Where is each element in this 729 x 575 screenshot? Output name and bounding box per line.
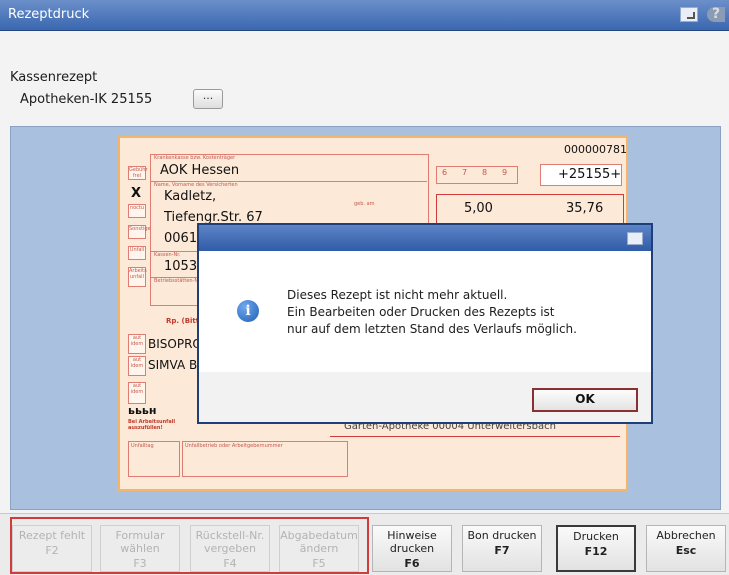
outdated-prescription-dialog: i Dieses Rezept ist nicht mehr aktuell. … — [197, 223, 653, 424]
change-dispense-date-button[interactable]: Abgabedatum ändern F5 — [279, 525, 359, 572]
assign-backorder-number-button[interactable]: Rückstell-Nr. vergeben F4 — [190, 525, 270, 572]
select-form-button[interactable]: Formular wählen F3 — [100, 525, 180, 572]
missing-prescription-button[interactable]: Rezept fehlt F2 — [12, 525, 92, 572]
fkey-label: Formular wählen — [115, 529, 165, 555]
pharmacy-ik-select-button[interactable]: ... — [193, 89, 223, 109]
info-icon: i — [237, 300, 259, 322]
minimize-icon[interactable] — [680, 7, 698, 22]
side-box-other: Sonstige — [128, 225, 151, 239]
fkey-label: Rückstell-Nr. vergeben — [195, 529, 265, 555]
co-payment-value: 5,00 — [464, 201, 493, 216]
betrieb-caption: Betriebsstätten-Nr. — [154, 278, 202, 284]
doctor-stamp: ьььн — [128, 404, 157, 417]
fkey-shortcut: F7 — [494, 544, 510, 557]
aut-idem-3: aut idem — [128, 382, 146, 404]
insurer-caption: Krankenkasse bzw. Kostenträger — [154, 155, 236, 161]
birth-caption: geb. am — [354, 201, 375, 207]
digit-4: 9 — [502, 168, 508, 177]
fkey-shortcut: F3 — [133, 557, 147, 570]
name-caption: Name, Vorname des Versicherten — [154, 182, 238, 188]
side-box-accident: Unfall — [128, 246, 146, 260]
fkey-label: Bon drucken — [467, 529, 537, 542]
aut-idem-1: aut idem — [128, 334, 146, 354]
digit-1: 6 — [442, 168, 448, 177]
pharmacy-ik-label: Apotheken-IK 25155 — [20, 92, 153, 107]
help-icon[interactable]: ? — [707, 7, 725, 22]
work-accident-note: Bei Arbeitsunfall auszufüllen! — [128, 419, 176, 431]
dialog-message-line-3: nur auf dem letzten Stand des Verlaufs m… — [287, 322, 577, 336]
dialog-title-bar — [199, 225, 651, 251]
side-box-fee: Gebühr frei — [128, 166, 148, 180]
digit-3: 8 — [482, 168, 488, 177]
cancel-button[interactable]: Abbrechen Esc — [646, 525, 726, 572]
ok-button[interactable]: OK — [532, 388, 638, 412]
fkey-label: Abbrechen — [656, 529, 716, 542]
digit-2: 7 — [462, 168, 468, 177]
pharmacy-ik-value: +25155+ — [558, 167, 622, 182]
title-bar: Rezeptdruck ? — [0, 0, 729, 31]
gross-value: 35,76 — [566, 201, 604, 216]
fee-mark: X — [131, 186, 142, 201]
dialog-body: i Dieses Rezept ist nicht mehr aktuell. … — [199, 251, 651, 372]
aut-idem-2: aut idem — [128, 356, 146, 376]
fkey-shortcut: F12 — [584, 545, 608, 558]
print-notes-button[interactable]: Hinweise drucken F6 — [372, 525, 452, 572]
fkey-shortcut: Esc — [675, 544, 697, 557]
fkey-shortcut: F6 — [404, 557, 420, 570]
dialog-minimize-icon[interactable] — [627, 232, 643, 245]
fkey-label: Rezept fehlt — [18, 529, 86, 542]
fkey-shortcut: F4 — [223, 557, 237, 570]
insurer-name: AOK Hessen — [160, 163, 240, 178]
prescription-number: 000000781 — [564, 143, 627, 156]
print-button[interactable]: Drucken F12 — [556, 525, 636, 572]
accident-day-caption: Unfalltag — [131, 443, 154, 449]
patient-name: Kadletz, — [164, 189, 217, 204]
function-key-bar: Rezept fehlt F2 Formular wählen F3 Rücks… — [0, 513, 729, 575]
window-title: Rezeptdruck — [8, 7, 90, 22]
dialog-message-line-2: Ein Bearbeiten oder Drucken des Rezepts … — [287, 305, 555, 319]
fkey-label: Drucken — [573, 530, 619, 543]
fkey-label: Abgabedatum ändern — [280, 529, 358, 555]
dialog-message-line-1: Dieses Rezept ist nicht mehr aktuell. — [287, 288, 508, 302]
fkey-label: Hinweise drucken — [387, 529, 437, 555]
side-box-noctu: noctu — [128, 204, 146, 218]
accident-employer-caption: Unfallbetrieb oder Arbeitgebernummer — [185, 443, 283, 449]
kassen-caption: Kassen-Nr. — [154, 252, 181, 258]
prescription-type-label: Kassenrezept — [10, 70, 98, 85]
side-box-work-accident: Arbeits unfall — [128, 267, 147, 287]
print-receipt-button[interactable]: Bon drucken F7 — [462, 525, 542, 572]
fkey-shortcut: F2 — [45, 544, 59, 557]
fkey-shortcut: F5 — [312, 557, 326, 570]
